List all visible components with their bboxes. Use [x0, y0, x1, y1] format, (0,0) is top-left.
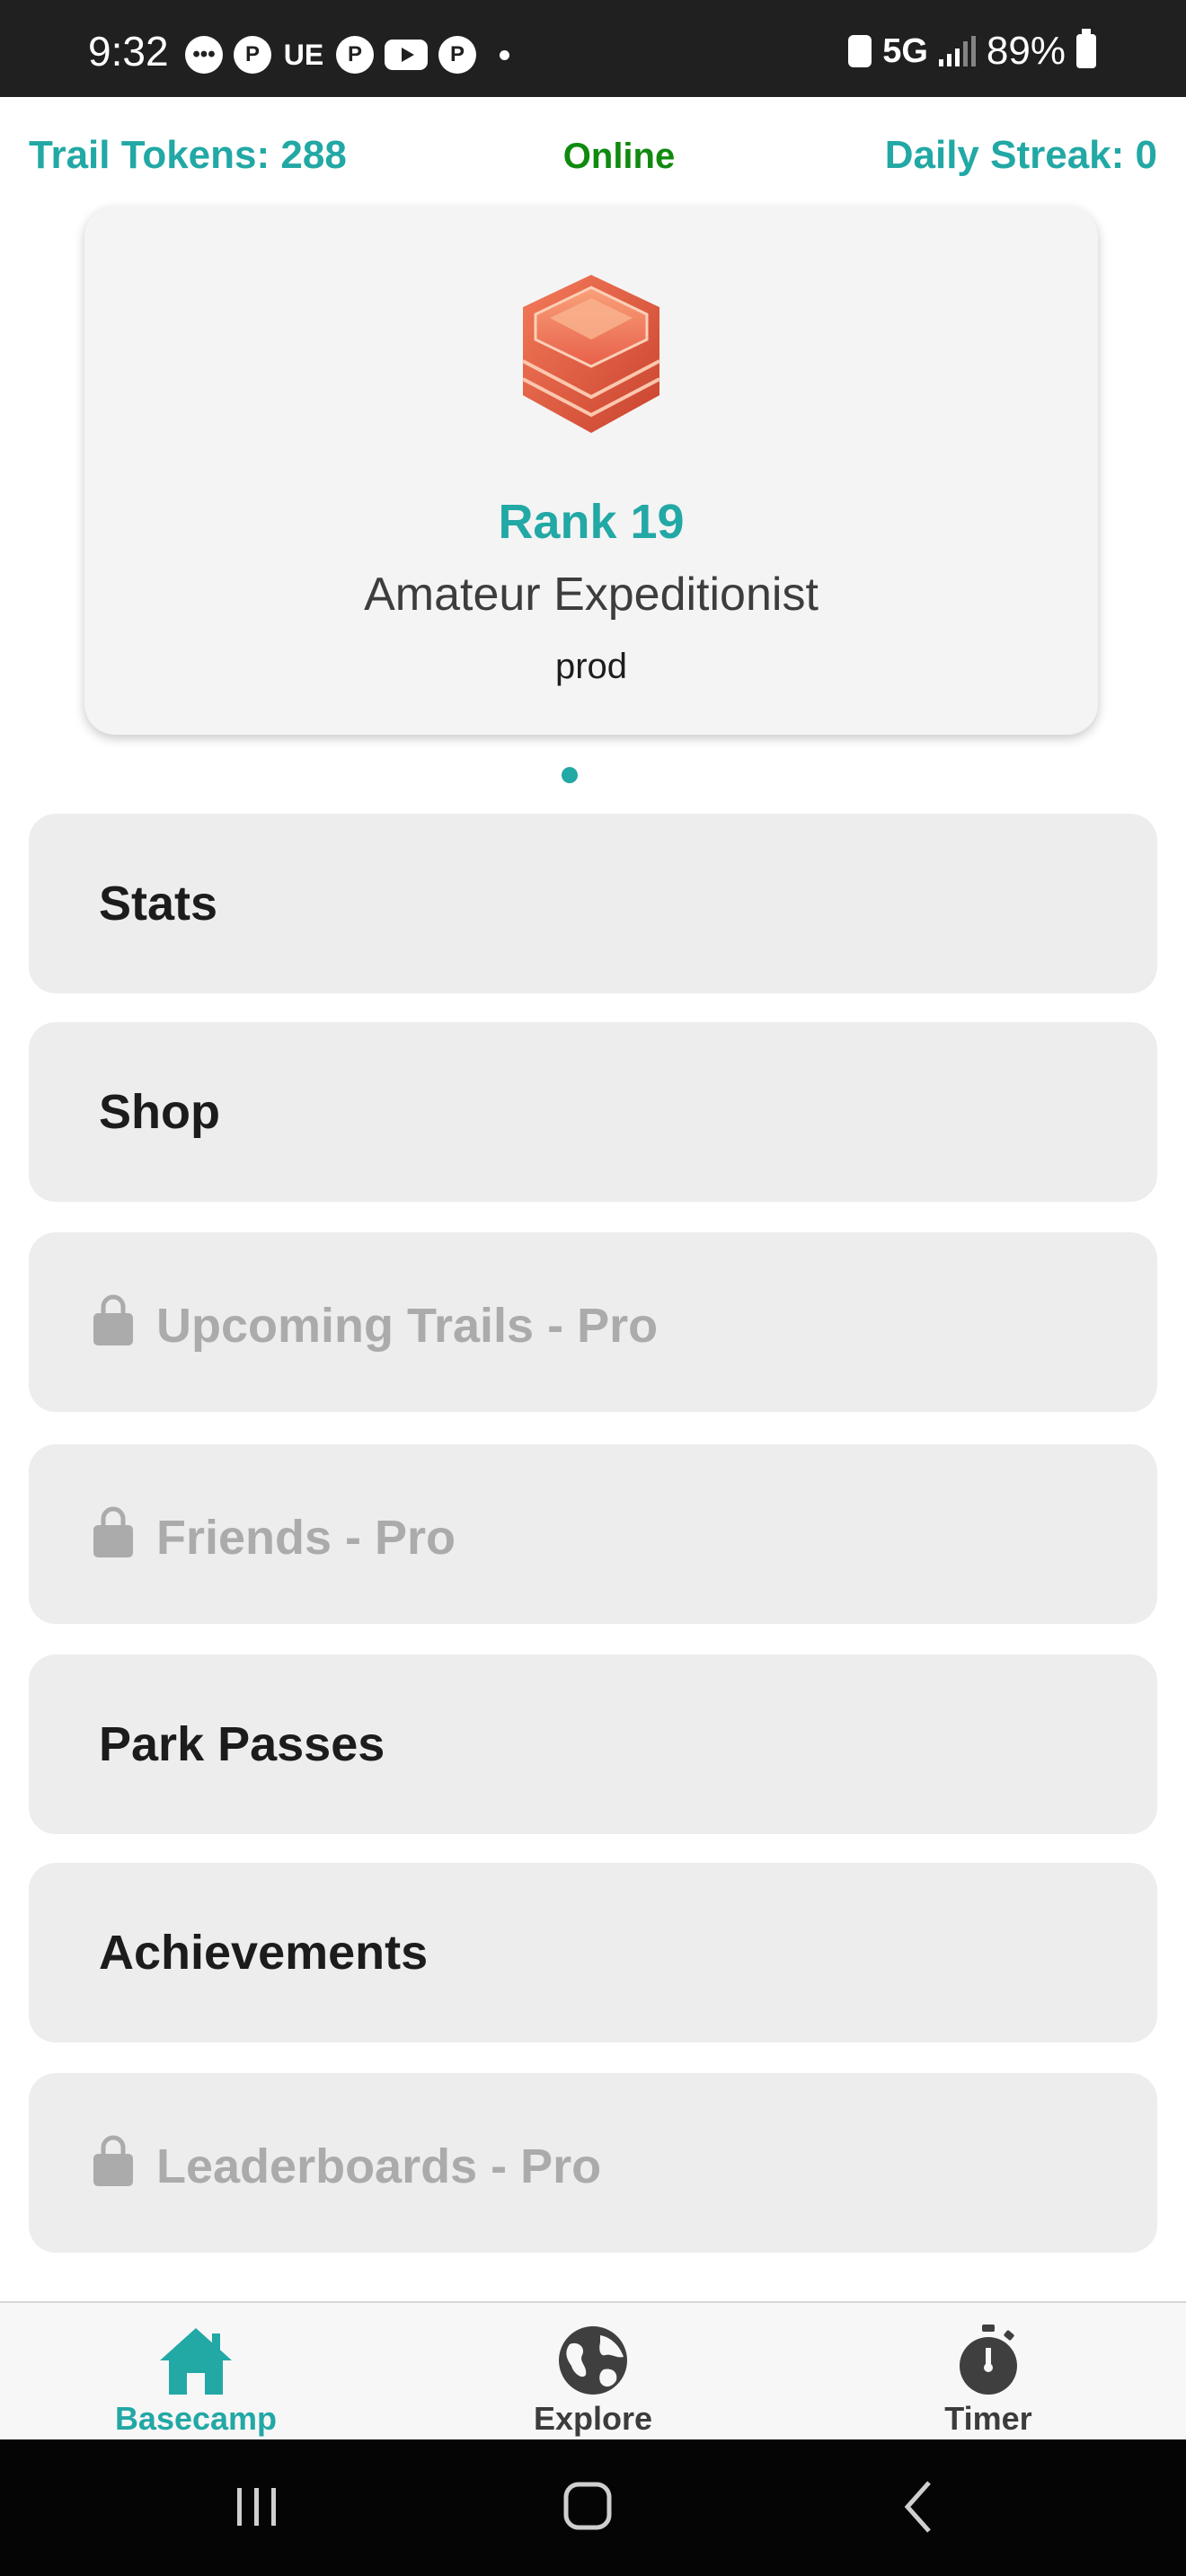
- status-bar: 9:32 ••• P UE P P 5G 89%: [0, 0, 1186, 97]
- menu-item-label: Achievements: [99, 1926, 429, 1980]
- recent-apps-icon[interactable]: [221, 2475, 293, 2538]
- home-icon: [160, 2328, 232, 2395]
- bottom-nav: Basecamp Explore Timer: [0, 2301, 1186, 2441]
- menu-item-label: Stats: [99, 877, 218, 931]
- menu-item-label: Park Passes: [99, 1717, 385, 1771]
- menu-item-achievements[interactable]: Achievements: [29, 1863, 1157, 2042]
- signal-icon: [938, 36, 976, 66]
- menu-item-label: Friends - Pro: [156, 1511, 456, 1565]
- battery-percent: 89%: [986, 29, 1066, 73]
- tab-explore[interactable]: Explore: [458, 2303, 728, 2441]
- lock-icon: [93, 2135, 133, 2186]
- stopwatch-icon: [960, 2325, 1017, 2395]
- carousel-indicator[interactable]: [562, 767, 578, 783]
- tab-timer[interactable]: Timer: [854, 2303, 1123, 2441]
- pinterest-icon: P: [336, 36, 374, 74]
- battery-icon: [1076, 29, 1096, 68]
- menu-item-park-passes[interactable]: Park Passes: [29, 1654, 1157, 1834]
- globe-icon: [559, 2326, 627, 2395]
- tab-basecamp[interactable]: Basecamp: [61, 2303, 331, 2441]
- menu-item-leaderboards[interactable]: Leaderboards - Pro: [29, 2073, 1157, 2253]
- nav-label: Explore: [533, 2400, 653, 2437]
- dot-icon: [500, 49, 509, 60]
- daily-streak: Daily Streak: 0: [884, 133, 1157, 177]
- network-type: 5G: [882, 31, 928, 70]
- menu-item-stats[interactable]: Stats: [29, 814, 1157, 993]
- rank-number: Rank 19: [498, 495, 685, 549]
- home-button-icon[interactable]: [552, 2475, 624, 2538]
- pinterest-icon: P: [234, 36, 271, 74]
- chat-bubble-icon: •••: [185, 36, 223, 74]
- rank-card[interactable]: Rank 19 Amateur Expeditionist prod: [84, 207, 1098, 735]
- menu-item-label: Leaderboards - Pro: [156, 2139, 602, 2193]
- system-status: 5G 89%: [848, 29, 1096, 74]
- pinterest-icon: P: [438, 36, 476, 74]
- system-nav-bar: [0, 2439, 1186, 2576]
- menu-item-label: Upcoming Trails - Pro: [156, 1299, 659, 1353]
- battery-saver-icon: [848, 35, 872, 67]
- menu-item-friends[interactable]: Friends - Pro: [29, 1444, 1157, 1624]
- nav-label: Timer: [944, 2400, 1032, 2437]
- back-icon[interactable]: [886, 2475, 958, 2538]
- menu-item-shop[interactable]: Shop: [29, 1022, 1157, 1202]
- lock-icon: [93, 1294, 133, 1345]
- menu-item-label: Shop: [99, 1085, 220, 1139]
- lock-icon: [93, 1506, 133, 1557]
- notification-icons: ••• P UE P P: [185, 36, 509, 74]
- info-bar: Trail Tokens: 288 Online Daily Streak: 0: [0, 97, 1186, 214]
- rank-badge-icon: [522, 275, 660, 433]
- environment-label: prod: [554, 647, 628, 686]
- rank-title: Amateur Expeditionist: [364, 569, 819, 621]
- nav-label: Basecamp: [114, 2400, 278, 2437]
- youtube-icon: [385, 40, 428, 70]
- status-time: 9:32: [88, 28, 169, 75]
- menu-item-upcoming-trails[interactable]: Upcoming Trails - Pro: [29, 1232, 1157, 1412]
- uber-eats-icon: UE: [283, 38, 324, 71]
